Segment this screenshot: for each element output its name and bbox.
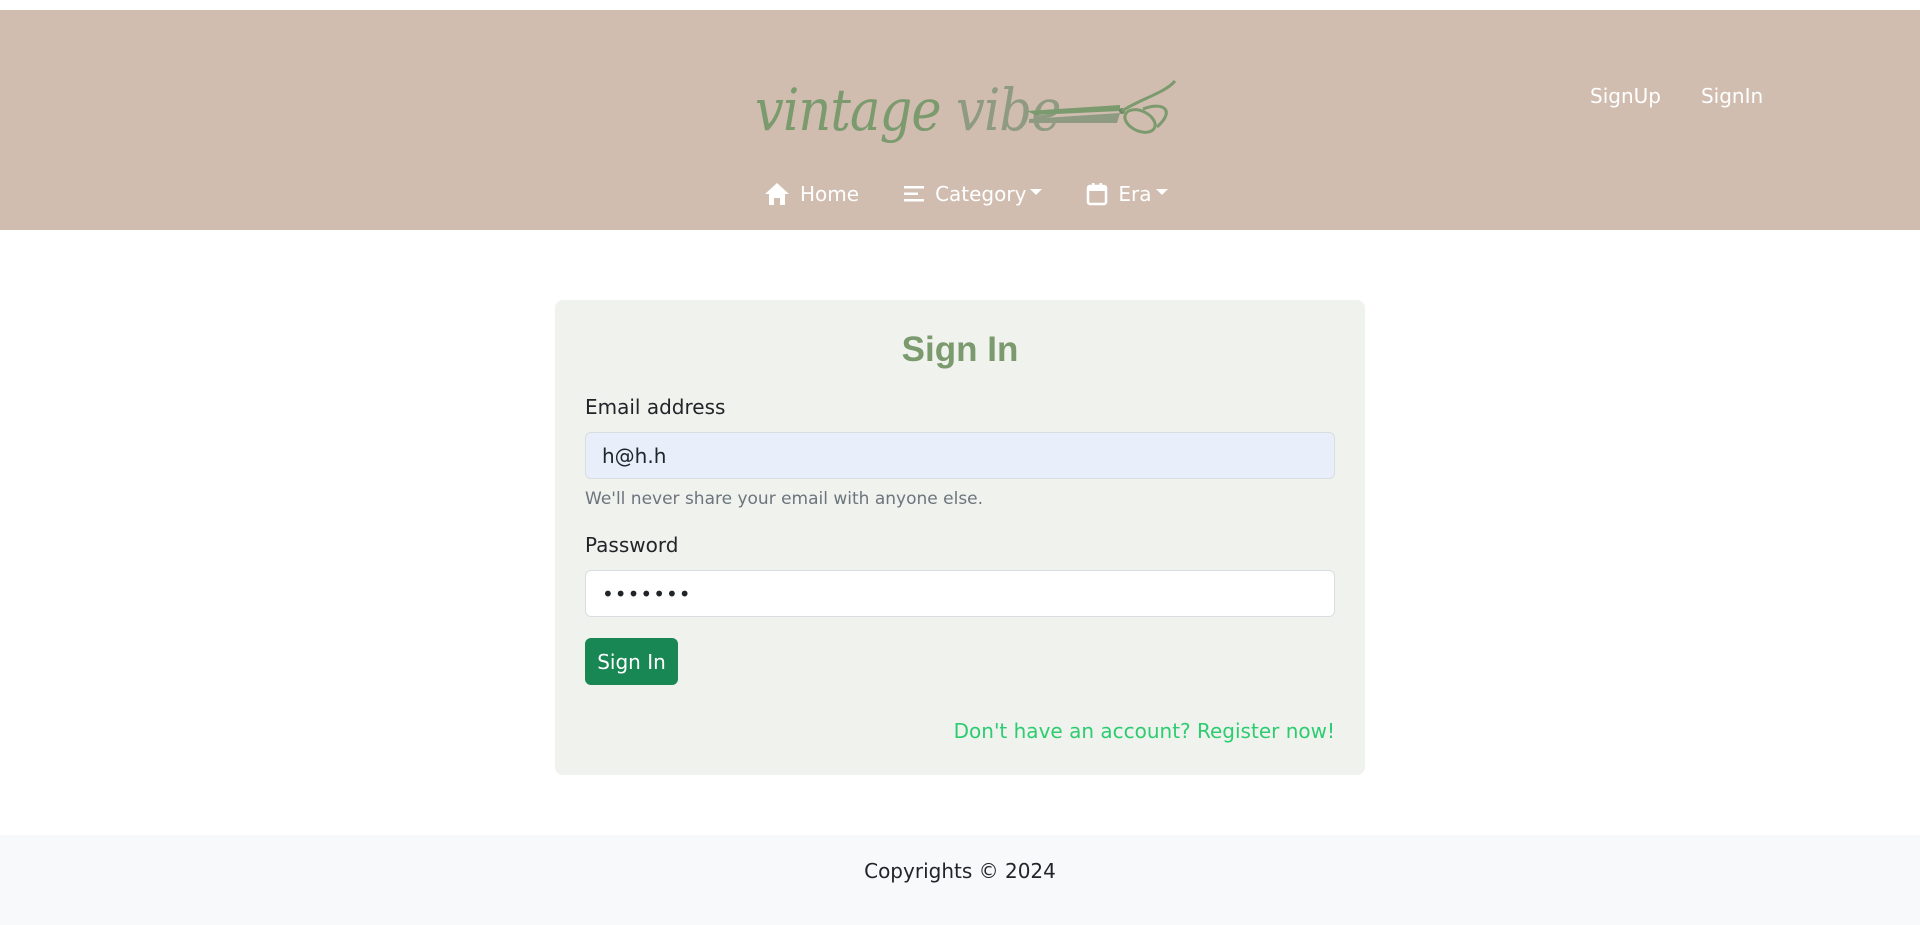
brand-logo[interactable]: vintage vibe (755, 65, 1195, 155)
signin-card: Sign In Email address We'll never share … (555, 300, 1365, 775)
home-icon (765, 183, 789, 205)
scissors-icon (1027, 79, 1177, 134)
list-icon (904, 186, 925, 202)
nav-home[interactable]: Home (764, 182, 859, 206)
calendar-icon (1087, 183, 1108, 206)
signin-button[interactable]: Sign In (585, 638, 678, 685)
logo-text: vintage vibe (755, 76, 1061, 144)
email-help-text: We'll never share your email with anyone… (585, 489, 984, 509)
signin-link[interactable]: SignIn (1701, 84, 1763, 108)
nav-category-dropdown[interactable]: Category (903, 182, 1043, 206)
site-footer: Copyrights © 2024 (0, 835, 1920, 925)
email-field[interactable] (585, 432, 1335, 479)
password-field[interactable] (585, 570, 1335, 617)
page-title: Sign In (901, 330, 1019, 369)
nav-era-dropdown[interactable]: Era (1086, 182, 1168, 206)
register-link[interactable]: Don't have an account? Register now! (954, 719, 1335, 743)
logo-word-vintage: vintage (755, 76, 942, 144)
site-header: vintage vibe SignUp SignIn Home Category… (0, 10, 1920, 230)
main-nav: Home Category Era (764, 182, 1212, 206)
nav-era-label: Era (1118, 182, 1152, 206)
nav-category-label: Category (935, 182, 1027, 206)
nav-home-label: Home (800, 182, 860, 206)
chevron-down-icon (1155, 189, 1168, 195)
email-label: Email address (585, 395, 726, 419)
password-label: Password (585, 533, 679, 557)
copyright-text: Copyrights © 2024 (864, 859, 1056, 883)
auth-links: SignUp SignIn (1590, 84, 1763, 108)
chevron-down-icon (1030, 189, 1043, 195)
signup-link[interactable]: SignUp (1590, 84, 1661, 108)
